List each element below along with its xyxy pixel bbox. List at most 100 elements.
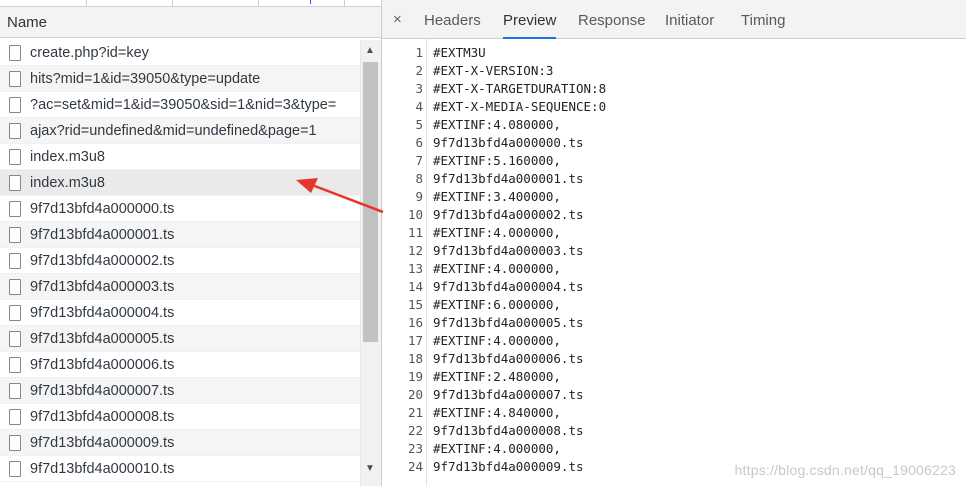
- request-name: 9f7d13bfd4a000003.ts: [30, 278, 175, 295]
- request-rows: create.php?id=key hits?mid=1&id=39050&typ…: [0, 40, 360, 486]
- request-name: 9f7d13bfd4a000000.ts: [30, 200, 175, 217]
- preview-line: 9f7d13bfd4a000003.ts: [433, 243, 584, 258]
- line-number: 16: [407, 315, 423, 330]
- preview-line: #EXTINF:4.000000,: [433, 333, 561, 348]
- line-number: 15: [407, 297, 423, 312]
- document-icon: [9, 434, 21, 451]
- scroll-down-arrow-icon[interactable]: ▼: [365, 464, 375, 474]
- request-row[interactable]: 9f7d13bfd4a000004.ts: [0, 300, 360, 326]
- request-name: 9f7d13bfd4a000010.ts: [30, 460, 175, 477]
- document-icon: [9, 408, 21, 425]
- preview-line: 9f7d13bfd4a000008.ts: [433, 423, 584, 438]
- tab-preview[interactable]: Preview: [503, 0, 557, 39]
- line-number: 2: [415, 63, 423, 78]
- line-number: 7: [415, 153, 423, 168]
- preview-line: 9f7d13bfd4a000007.ts: [433, 387, 584, 402]
- request-name: 9f7d13bfd4a000006.ts: [30, 356, 175, 373]
- request-row[interactable]: 9f7d13bfd4a000001.ts: [0, 222, 360, 248]
- request-name: 9f7d13bfd4a000007.ts: [30, 382, 175, 399]
- request-list-panel: Name create.php?id=key hits?mid=1&id=3905…: [0, 0, 381, 486]
- line-number: 21: [407, 405, 423, 420]
- line-number: 20: [407, 387, 423, 402]
- line-number: 13: [407, 261, 423, 276]
- close-icon[interactable]: ×: [393, 11, 402, 28]
- document-icon: [9, 96, 21, 113]
- timeline-strip: [0, 0, 381, 7]
- preview-line: 9f7d13bfd4a000001.ts: [433, 171, 584, 186]
- request-row[interactable]: 9f7d13bfd4a000005.ts: [0, 326, 360, 352]
- line-number: 5: [415, 117, 423, 132]
- tab-response[interactable]: Response: [578, 0, 646, 38]
- scroll-up-arrow-icon[interactable]: ▲: [365, 46, 375, 56]
- request-row[interactable]: hits?mid=1&id=39050&type=update: [0, 66, 360, 92]
- line-number: 12: [407, 243, 423, 258]
- document-icon: [9, 122, 21, 139]
- document-icon: [9, 382, 21, 399]
- preview-line: #EXTM3U: [433, 45, 486, 60]
- preview-line: #EXTINF:5.160000,: [433, 153, 561, 168]
- request-row[interactable]: index.m3u8: [0, 144, 360, 170]
- preview-line: 9f7d13bfd4a000005.ts: [433, 315, 584, 330]
- document-icon: [9, 252, 21, 269]
- name-column-label: Name: [7, 13, 48, 31]
- document-icon: [9, 200, 21, 217]
- line-number: 1: [415, 45, 423, 60]
- tab-headers[interactable]: Headers: [424, 0, 481, 38]
- preview-line: #EXTINF:4.000000,: [433, 261, 561, 276]
- line-number: 19: [407, 369, 423, 384]
- request-row[interactable]: 9f7d13bfd4a000009.ts: [0, 430, 360, 456]
- request-row[interactable]: create.php?id=key: [0, 40, 360, 66]
- request-name: 9f7d13bfd4a000001.ts: [30, 226, 175, 243]
- request-name: 9f7d13bfd4a000002.ts: [30, 252, 175, 269]
- line-number: 14: [407, 279, 423, 294]
- line-number: 17: [407, 333, 423, 348]
- preview-content[interactable]: 1 #EXTM3U 2 #EXT-X-VERSION:3 3 #EXT-X-TARGETD…: [382, 39, 966, 486]
- name-column-header[interactable]: Name: [0, 7, 381, 38]
- request-row[interactable]: ?ac=set&mid=1&id=39050&sid=1&nid=3&type=: [0, 92, 360, 118]
- request-row[interactable]: 9f7d13bfd4a000006.ts: [0, 352, 360, 378]
- request-list-scrollbar[interactable]: ▲ ▼: [360, 40, 381, 486]
- preview-line: #EXTINF:3.400000,: [433, 189, 561, 204]
- request-row[interactable]: 9f7d13bfd4a000002.ts: [0, 248, 360, 274]
- request-row[interactable]: ajax?rid=undefined&mid=undefined&page=1: [0, 118, 360, 144]
- line-number: 3: [415, 81, 423, 96]
- watermark: https://blog.csdn.net/qq_19006223: [734, 462, 956, 478]
- preview-line: #EXT-X-MEDIA-SEQUENCE:0: [433, 99, 607, 114]
- preview-line: #EXT-X-TARGETDURATION:8: [433, 81, 607, 96]
- document-icon: [9, 356, 21, 373]
- request-name: 9f7d13bfd4a000009.ts: [30, 434, 175, 451]
- line-number: 23: [407, 441, 423, 456]
- request-row[interactable]: 9f7d13bfd4a000003.ts: [0, 274, 360, 300]
- line-number: 18: [407, 351, 423, 366]
- document-icon: [9, 70, 21, 87]
- document-icon: [9, 304, 21, 321]
- preview-line: #EXTINF:4.080000,: [433, 117, 561, 132]
- line-number: 10: [407, 207, 423, 222]
- request-row[interactable]: 9f7d13bfd4a000010.ts: [0, 456, 360, 482]
- request-row[interactable]: 9f7d13bfd4a000008.ts: [0, 404, 360, 430]
- detail-tabbar: × Headers Preview Response Initiator Tim…: [382, 0, 966, 39]
- document-icon: [9, 460, 21, 477]
- document-icon: [9, 174, 21, 191]
- preview-line: #EXTINF:6.000000,: [433, 297, 561, 312]
- request-row[interactable]: index.m3u8: [0, 170, 360, 196]
- timeline-marker: [310, 0, 311, 4]
- line-number: 8: [415, 171, 423, 186]
- preview-line: 9f7d13bfd4a000009.ts: [433, 459, 584, 474]
- line-number: 4: [415, 99, 423, 114]
- preview-line: #EXTINF:4.840000,: [433, 405, 561, 420]
- request-row[interactable]: 9f7d13bfd4a000000.ts: [0, 196, 360, 222]
- request-name: hits?mid=1&id=39050&type=update: [30, 70, 261, 87]
- preview-line: 9f7d13bfd4a000002.ts: [433, 207, 584, 222]
- request-name: ajax?rid=undefined&mid=undefined&page=1: [30, 122, 317, 139]
- tab-initiator[interactable]: Initiator: [665, 0, 714, 38]
- preview-line: #EXT-X-VERSION:3: [433, 63, 554, 78]
- request-row[interactable]: 9f7d13bfd4a000007.ts: [0, 378, 360, 404]
- preview-line: #EXTINF:4.000000,: [433, 225, 561, 240]
- scrollbar-thumb[interactable]: [363, 62, 378, 342]
- tab-timing[interactable]: Timing: [741, 0, 785, 38]
- line-number: 6: [415, 135, 423, 150]
- document-icon: [9, 278, 21, 295]
- line-number: 11: [407, 225, 423, 240]
- preview-line: #EXTINF:2.480000,: [433, 369, 561, 384]
